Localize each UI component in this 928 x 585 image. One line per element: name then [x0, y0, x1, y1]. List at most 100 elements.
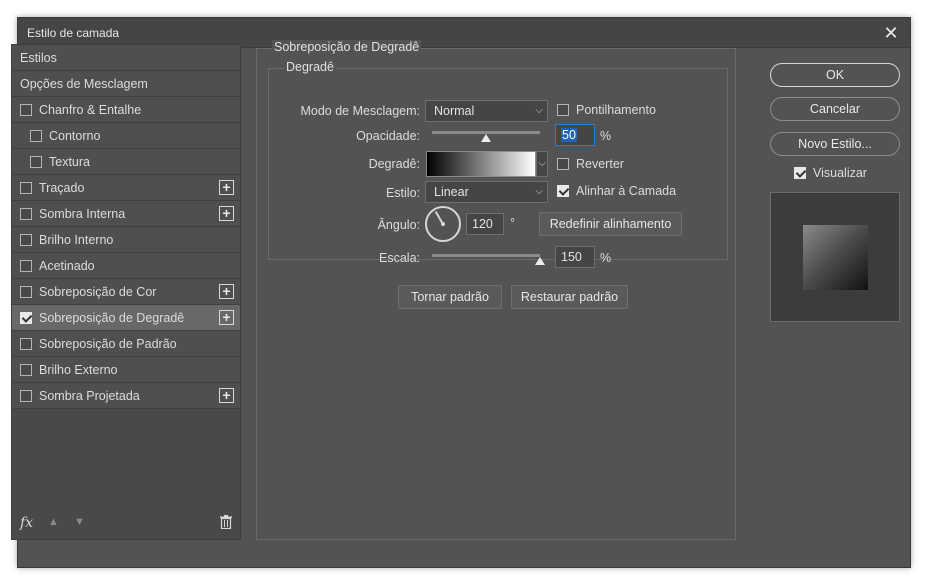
styles-panel: Estilos Opções de Mesclagem Chanfro & Enta… [11, 44, 241, 540]
opacity-label: Opacidade: [356, 129, 420, 143]
gradient-chevron-down-icon[interactable]: ⌵ [536, 151, 548, 177]
style-item[interactable]: Sobreposição de Cor + [12, 279, 240, 305]
add-style-icon[interactable]: + [219, 310, 234, 325]
style-item[interactable]: Contorno [12, 123, 240, 149]
reset-default-button[interactable]: Restaurar padrão [511, 285, 628, 309]
window-title: Estilo de camada [27, 26, 120, 40]
opacity-input[interactable]: 50 [555, 124, 595, 146]
preview-label: Visualizar [813, 166, 867, 180]
style-item[interactable]: Sobreposição de Padrão [12, 331, 240, 357]
scale-unit: % [600, 251, 612, 265]
style-select[interactable]: Linear ⌵ [425, 181, 548, 203]
style-item-label: Sombra Projetada [39, 388, 140, 403]
opacity-value: 50 [561, 128, 577, 142]
style-item[interactable]: Traçado + [12, 175, 240, 201]
new-style-button[interactable]: Novo Estilo... [770, 132, 900, 156]
style-item[interactable]: Sobreposição de Degradê + [12, 305, 240, 331]
fx-icon[interactable]: fx [20, 515, 33, 531]
dither-check-box[interactable] [557, 104, 569, 116]
group-title: Sobreposição de Degradê [272, 40, 422, 54]
styles-list: Estilos Opções de Mesclagem Chanfro & Enta… [12, 45, 240, 409]
style-item-label: Estilos [20, 50, 57, 65]
align-layer-label: Alinhar à Camada [576, 184, 677, 198]
dither-checkbox[interactable]: Pontilhamento [557, 103, 656, 117]
reverse-label: Reverter [576, 157, 624, 171]
trash-icon[interactable] [220, 515, 232, 529]
style-item-label: Traçado [39, 180, 85, 195]
reverse-check-box[interactable] [557, 158, 569, 170]
style-item-checkbox[interactable] [20, 363, 32, 376]
move-down-icon[interactable]: ▼ [74, 516, 85, 528]
style-item-label: Sobreposição de Degradê [39, 310, 185, 325]
move-up-icon[interactable]: ▲ [48, 516, 59, 528]
style-item-checkbox[interactable] [20, 311, 32, 324]
style-item-checkbox[interactable] [30, 155, 42, 168]
style-item-checkbox[interactable] [20, 389, 32, 402]
style-item-label: Brilho Interno [39, 232, 114, 247]
add-style-icon[interactable]: + [219, 206, 234, 221]
add-style-icon[interactable]: + [219, 180, 234, 195]
subgroup-title: Degradê [284, 60, 336, 74]
style-item-label: Textura [49, 154, 90, 169]
style-item[interactable]: Sombra Interna + [12, 201, 240, 227]
preview-box [770, 192, 900, 322]
ok-button[interactable]: OK [770, 63, 900, 87]
style-item[interactable]: Chanfro & Entalhe [12, 97, 240, 123]
blend-mode-label: Modo de Mesclagem: [300, 104, 420, 118]
style-item-checkbox[interactable] [20, 181, 32, 194]
align-layer-check-box[interactable] [557, 185, 569, 197]
cancel-button[interactable]: Cancelar [770, 97, 900, 121]
chevron-down-icon: ⌵ [535, 105, 543, 116]
angle-dial[interactable] [425, 206, 461, 242]
align-layer-checkbox[interactable]: Alinhar à Camada [557, 184, 676, 198]
style-item[interactable]: Opções de Mesclagem [12, 71, 240, 97]
chevron-down-icon: ⌵ [535, 186, 543, 197]
style-item[interactable]: Brilho Externo [12, 357, 240, 383]
style-item[interactable]: Sombra Projetada + [12, 383, 240, 409]
preview-check-box[interactable] [794, 167, 806, 179]
style-item-checkbox[interactable] [20, 337, 32, 350]
style-item-checkbox[interactable] [20, 103, 32, 116]
blend-mode-value: Normal [434, 104, 475, 118]
add-style-icon[interactable]: + [219, 388, 234, 403]
style-item-label: Acetinado [39, 258, 95, 273]
scale-slider-track[interactable] [432, 254, 540, 257]
scale-label: Escala: [379, 251, 420, 265]
style-item-label: Sombra Interna [39, 206, 126, 221]
style-item-checkbox[interactable] [20, 285, 32, 298]
opacity-unit: % [600, 129, 612, 143]
style-item-label: Sobreposição de Cor [39, 284, 157, 299]
style-item-label: Opções de Mesclagem [20, 76, 148, 91]
angle-label: Ângulo: [377, 218, 420, 232]
scale-input[interactable]: 150 [555, 246, 595, 268]
style-label: Estilo: [385, 186, 420, 200]
make-default-button[interactable]: Tornar padrão [398, 285, 502, 309]
gradient-label: Degradê: [368, 157, 420, 171]
style-item[interactable]: Estilos [12, 45, 240, 71]
style-item[interactable]: Acetinado [12, 253, 240, 279]
scale-value: 150 [561, 250, 582, 264]
preview-checkbox[interactable]: Visualizar [794, 166, 867, 180]
style-item-checkbox[interactable] [20, 233, 32, 246]
preview-thumbnail [803, 225, 868, 290]
reverse-checkbox[interactable]: Reverter [557, 157, 624, 171]
style-item-checkbox[interactable] [20, 207, 32, 220]
style-item[interactable]: Brilho Interno [12, 227, 240, 253]
angle-dial-hand [434, 211, 444, 226]
style-value: Linear [434, 185, 469, 199]
angle-unit: ° [510, 216, 515, 230]
blend-mode-select[interactable]: Normal ⌵ [425, 100, 548, 122]
add-style-icon[interactable]: + [219, 284, 234, 299]
gradient-swatch[interactable] [426, 151, 536, 177]
angle-input[interactable]: 120 [466, 213, 504, 235]
style-item-label: Contorno [49, 128, 101, 143]
style-item-checkbox[interactable] [30, 129, 42, 142]
dither-label: Pontilhamento [576, 103, 656, 117]
style-item[interactable]: Textura [12, 149, 240, 175]
reset-alignment-button[interactable]: Redefinir alinhamento [539, 212, 682, 236]
angle-value: 120 [472, 217, 493, 231]
style-item-checkbox[interactable] [20, 259, 32, 272]
style-item-label: Sobreposição de Padrão [39, 336, 177, 351]
styles-footer: fx ▲ ▼ [12, 509, 240, 539]
close-icon[interactable]: ✕ [880, 22, 902, 44]
